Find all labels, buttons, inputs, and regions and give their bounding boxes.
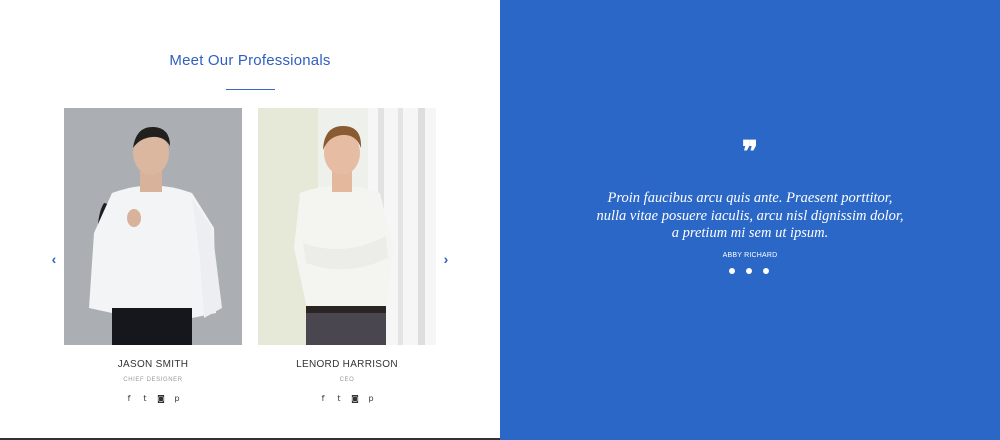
social-links: f t ◙ p — [64, 394, 242, 403]
team-member-photo — [64, 108, 242, 345]
instagram-icon[interactable]: ◙ — [157, 394, 165, 403]
team-member-role: CEO — [339, 377, 355, 383]
quote-icon: ❞ — [741, 135, 759, 170]
title-divider — [226, 89, 275, 90]
social-links: f t ◙ p — [258, 394, 436, 403]
quote-line: a pretium mi sem ut ipsum. — [671, 225, 829, 241]
pinterest-icon[interactable]: p — [367, 394, 375, 403]
slider-dots — [729, 268, 769, 274]
team-member-role: CHIEF DESIGNER — [123, 377, 183, 383]
twitter-icon[interactable]: t — [141, 394, 149, 403]
team-member-name: JASON SMITH — [117, 359, 189, 370]
instagram-icon[interactable]: ◙ — [351, 394, 359, 403]
section-title: Meet Our Professionals — [169, 52, 331, 69]
slider-dot[interactable] — [729, 268, 735, 274]
slider-dot[interactable] — [763, 268, 769, 274]
slider-dot[interactable] — [746, 268, 752, 274]
testimonial-quote: Proin faucibus arcu quis ante. Praesent … — [560, 190, 940, 243]
team-member-card: LENORD HARRISON CEO f t ◙ p — [258, 108, 436, 403]
team-member-photo — [258, 108, 436, 345]
team-section: Meet Our Professionals ‹ › JASON SMITH C… — [0, 0, 500, 440]
quote-line: Proin faucibus arcu quis ante. Praesent … — [607, 190, 893, 206]
twitter-icon[interactable]: t — [335, 394, 343, 403]
carousel-next-arrow-icon[interactable]: › — [439, 250, 453, 268]
pinterest-icon[interactable]: p — [173, 394, 181, 403]
testimonial-author: ABBY RICHARD — [722, 252, 778, 259]
facebook-icon[interactable]: f — [319, 394, 327, 403]
carousel-prev-arrow-icon[interactable]: ‹ — [47, 250, 61, 268]
quote-line: nulla vitae posuere iaculis, arcu nisl d… — [596, 207, 904, 224]
facebook-icon[interactable]: f — [125, 394, 133, 403]
team-member-name: LENORD HARRISON — [296, 359, 398, 370]
team-member-card: JASON SMITH CHIEF DESIGNER f t ◙ p — [64, 108, 242, 403]
